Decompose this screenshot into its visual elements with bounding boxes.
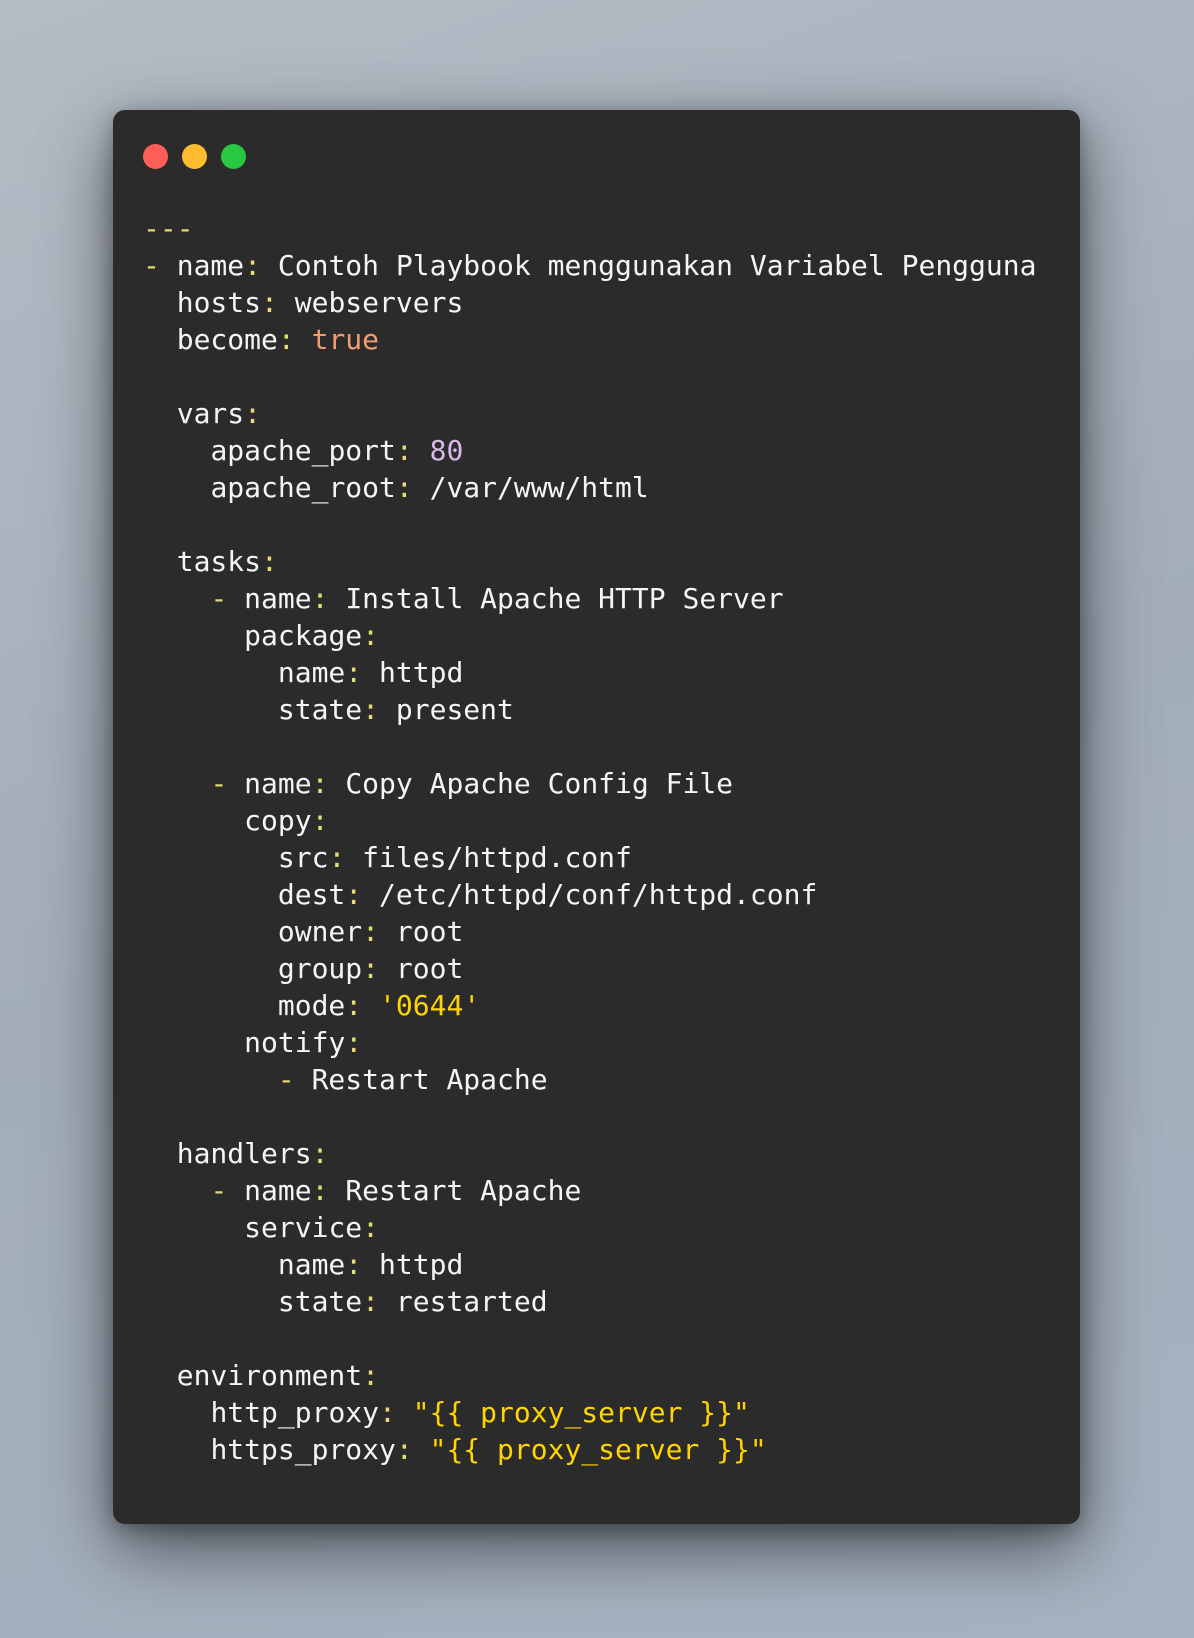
- code-line: name: httpd: [277, 1248, 464, 1281]
- code-line: - name: Contoh Playbook menggunakan Vari…: [143, 249, 1037, 282]
- code-line: environment:: [176, 1359, 380, 1392]
- code-line: apache_root: /var/www/html: [210, 471, 649, 504]
- code-line: ---: [143, 212, 194, 245]
- code-line: - name: Copy Apache Config File: [210, 767, 734, 800]
- code-window: --- - name: Contoh Playbook menggunakan V…: [113, 110, 1080, 1524]
- code-line: vars:: [176, 397, 262, 430]
- code-line: hosts: webservers: [176, 286, 464, 319]
- code-line: http_proxy: "{{ proxy_server }}": [210, 1396, 750, 1429]
- code-line: - Restart Apache: [277, 1063, 548, 1096]
- code-line: state: restarted: [277, 1285, 548, 1318]
- code-line: mode: '0644': [277, 989, 481, 1022]
- minimize-window-icon[interactable]: [182, 144, 207, 169]
- window-titlebar: [143, 144, 246, 170]
- code-line: owner: root: [277, 915, 464, 948]
- code-line: dest: /etc/httpd/conf/httpd.conf: [277, 878, 818, 911]
- code-line: apache_port: 80: [210, 434, 464, 467]
- close-window-icon[interactable]: [143, 144, 168, 169]
- code-line: become: true: [176, 323, 380, 356]
- code-line: copy:: [244, 804, 329, 837]
- code-line: - name: Restart Apache: [210, 1174, 582, 1207]
- code-line: tasks:: [176, 545, 278, 578]
- code-line: name: httpd: [277, 656, 464, 689]
- code-line: group: root: [277, 952, 464, 985]
- code-line: handlers:: [176, 1137, 329, 1170]
- yaml-code-block: --- - name: Contoh Playbook menggunakan V…: [143, 210, 1036, 1468]
- code-line: state: present: [277, 693, 514, 726]
- code-line: - name: Install Apache HTTP Server: [210, 582, 784, 615]
- code-line: notify:: [244, 1026, 363, 1059]
- code-line: package:: [244, 619, 380, 652]
- code-line: src: files/httpd.conf: [277, 841, 632, 874]
- maximize-window-icon[interactable]: [221, 144, 246, 169]
- code-line: https_proxy: "{{ proxy_server }}": [210, 1433, 767, 1466]
- code-line: service:: [244, 1211, 380, 1244]
